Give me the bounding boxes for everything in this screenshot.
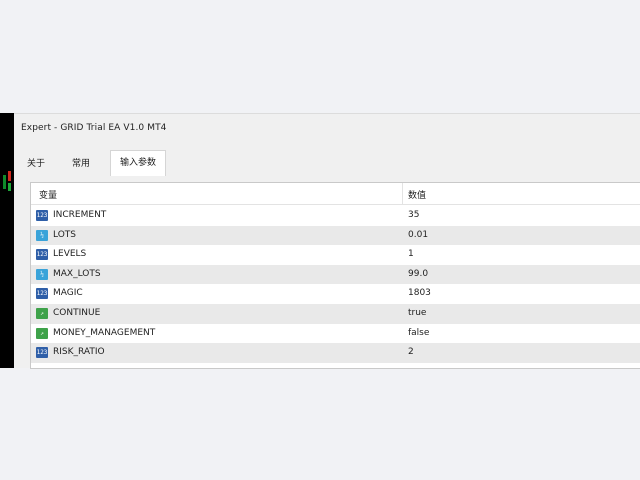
table-row[interactable]: ↗ CONTINUE true — [31, 303, 640, 324]
table-row[interactable]: ½ MAX_LOTS 99.0 — [31, 264, 640, 285]
table-rows: 123 INCREMENT 35 ½ LOTS 0.01 123 LEVELS … — [31, 206, 640, 363]
tab-inputs[interactable]: 输入参数 — [110, 150, 166, 176]
parameter-value[interactable]: 99.0 — [408, 269, 428, 279]
column-divider[interactable] — [402, 183, 403, 205]
candle-green — [8, 183, 11, 191]
tab-bar: 关于 常用 输入参数 — [14, 150, 640, 176]
parameter-value[interactable]: false — [408, 328, 429, 338]
parameter-value[interactable]: 0.01 — [408, 230, 428, 240]
expert-properties-window: Expert - GRID Trial EA V1.0 MT4 关于 常用 输入… — [14, 113, 640, 369]
int-type-icon: 123 — [36, 288, 48, 300]
parameter-value[interactable]: 1 — [408, 249, 414, 259]
parameter-name: LOTS — [53, 229, 76, 240]
double-type-icon: ½ — [36, 268, 48, 280]
table-row[interactable]: 123 INCREMENT 35 — [31, 206, 640, 226]
chart-background-strip — [0, 113, 14, 368]
window-title: Expert - GRID Trial EA V1.0 MT4 — [21, 123, 167, 133]
column-header-value[interactable]: 数值 — [408, 188, 426, 201]
parameter-name: RISK_RATIO — [53, 347, 105, 358]
parameter-name: MONEY_MANAGEMENT — [53, 327, 156, 338]
parameter-name: LEVELS — [53, 249, 87, 260]
table-row[interactable]: 123 RISK_RATIO 2 — [31, 343, 640, 363]
parameter-name: MAX_LOTS — [53, 268, 101, 279]
parameter-value[interactable]: 2 — [408, 347, 414, 357]
bool-type-icon: ↗ — [36, 327, 48, 339]
parameter-value[interactable]: 1803 — [408, 288, 431, 298]
parameter-value[interactable]: 35 — [408, 210, 419, 220]
table-row[interactable]: 123 MAGIC 1803 — [31, 284, 640, 304]
int-type-icon: 123 — [36, 210, 48, 221]
table-header: 变量 数值 — [31, 183, 640, 205]
parameter-name: INCREMENT — [53, 210, 107, 220]
candle-green — [3, 175, 6, 189]
tab-about[interactable]: 关于 — [22, 153, 50, 175]
parameter-name: MAGIC — [53, 288, 83, 299]
int-type-icon: 123 — [36, 347, 48, 359]
table-row[interactable]: 123 LEVELS 1 — [31, 245, 640, 265]
tab-common[interactable]: 常用 — [66, 153, 96, 175]
inputs-table: 变量 数值 123 INCREMENT 35 ½ LOTS 0.01 123 L… — [30, 182, 640, 369]
parameter-name: CONTINUE — [53, 307, 101, 318]
int-type-icon: 123 — [36, 249, 48, 261]
double-type-icon: ½ — [36, 229, 48, 241]
column-header-variable[interactable]: 变量 — [39, 188, 57, 201]
table-row[interactable]: ↗ MONEY_MANAGEMENT false — [31, 324, 640, 344]
bool-type-icon: ↗ — [36, 307, 48, 319]
candle-red — [8, 171, 11, 181]
table-row[interactable]: ½ LOTS 0.01 — [31, 225, 640, 246]
parameter-value[interactable]: true — [408, 308, 426, 318]
